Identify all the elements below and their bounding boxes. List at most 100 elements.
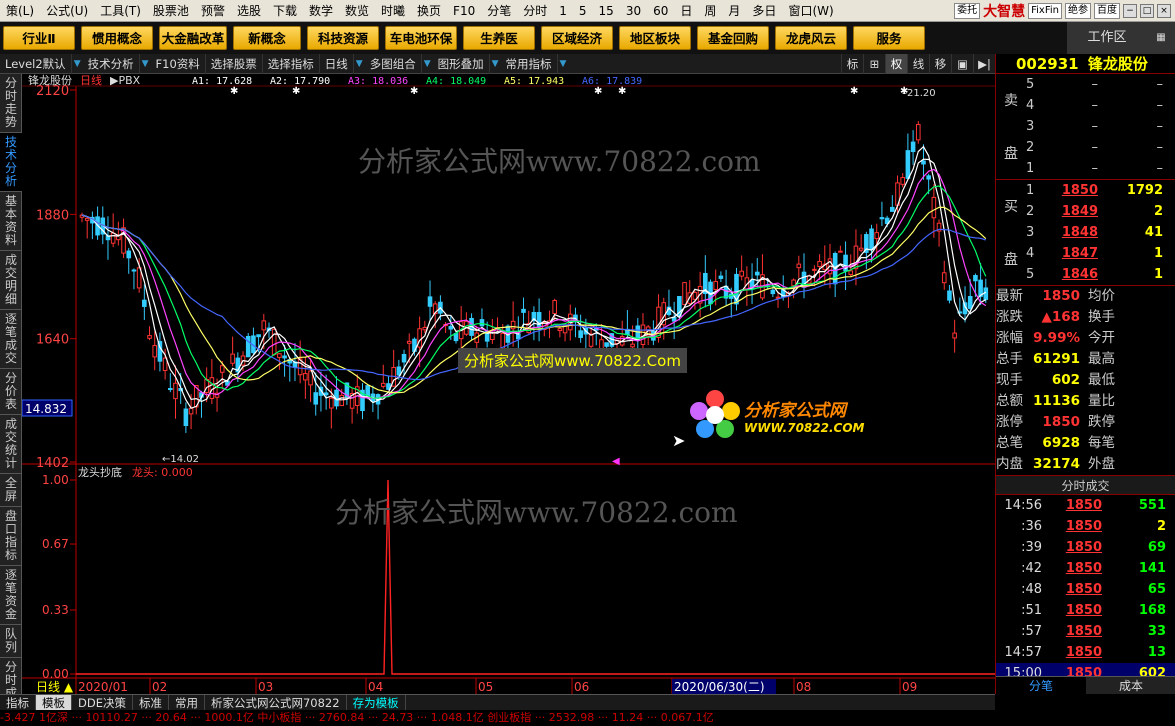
chart-mode-button[interactable]: 线 [907, 53, 929, 74]
menu-item[interactable]: 换页 [411, 2, 447, 19]
view-tab[interactable]: 队列 [0, 625, 22, 658]
chart-tool-1[interactable]: 技术分析 [83, 53, 140, 74]
toolbar-button[interactable]: 区域经济 [541, 26, 613, 50]
menu-item[interactable]: 1 [553, 4, 573, 18]
bottom-tab[interactable]: 常用 [169, 694, 205, 711]
view-tab[interactable]: 技术分析 [0, 133, 22, 192]
toolbar-button[interactable]: 地区板块 [619, 26, 691, 50]
trade-row[interactable]: :36 1850 2 [996, 516, 1175, 537]
trade-row[interactable]: :57 1850 33 [996, 621, 1175, 642]
menu-item[interactable]: 时曦 [375, 2, 411, 19]
trade-row[interactable]: :51 1850 168 [996, 600, 1175, 621]
menu-item[interactable]: 工具(T) [94, 2, 147, 19]
chart-mode-button[interactable]: ▶| [973, 53, 995, 74]
toolbar-button[interactable]: 车电池环保 [385, 26, 457, 50]
dropdown-arrow-icon[interactable]: ▼ [72, 59, 83, 69]
menu-item[interactable]: 60 [647, 4, 674, 18]
workspace-button[interactable]: 工作区 [1067, 22, 1147, 54]
menu-item[interactable]: 分笔 [481, 2, 517, 19]
menu-item[interactable]: 5 [573, 4, 593, 18]
bottom-tab[interactable]: 模板 [36, 694, 72, 711]
candle-body [323, 392, 329, 396]
toolbar-button[interactable]: 生养医 [463, 26, 535, 50]
dropdown-arrow-icon[interactable]: ▼ [490, 59, 501, 69]
kline-chart[interactable]: 锋龙股份 日线 ▶PBX A1: 17.628 A2: 17.790 A3: 18.036… [22, 74, 995, 694]
bottom-tab[interactable]: 指标 [0, 694, 36, 711]
toolbar-button[interactable]: 新概念 [233, 26, 301, 50]
toolbar-button[interactable]: 行业Ⅱ [3, 26, 75, 50]
chart-tool-7[interactable]: 图形叠加 [433, 53, 490, 74]
menu-item[interactable]: F10 [447, 4, 481, 18]
minimize-icon[interactable]: − [1123, 3, 1137, 18]
toolbar-button[interactable]: 惯用概念 [81, 26, 153, 50]
menu-badge[interactable]: 委托 [954, 2, 981, 19]
view-tab[interactable]: 逐笔资金 [0, 566, 22, 625]
chart-mode-button[interactable]: ▣ [951, 53, 973, 74]
chart-tool-0[interactable]: Level2默认 [0, 53, 72, 74]
menu-item[interactable]: 月 [722, 2, 746, 19]
menu-item[interactable]: 选股 [231, 2, 267, 19]
dropdown-arrow-icon[interactable]: ▼ [558, 59, 569, 69]
workspace-tools-icon[interactable]: ▦ [1147, 22, 1175, 54]
view-tab[interactable]: 逐笔成交 [0, 310, 22, 369]
menu-item[interactable]: 策(L) [0, 2, 40, 19]
menu-badge[interactable]: FixFin [1028, 2, 1062, 19]
trade-row[interactable]: 14:56 1850 551 [996, 495, 1175, 516]
trade-row[interactable]: 14:57 1850 13 [996, 642, 1175, 663]
trade-row[interactable]: :39 1850 69 [996, 537, 1175, 558]
sub-chart-title: 龙头抄底 [78, 465, 122, 479]
menu-item[interactable]: 公式(U) [40, 2, 94, 19]
chart-tool-5[interactable]: 日线 [320, 53, 354, 74]
chart-tool-6[interactable]: 多图组合 [365, 53, 422, 74]
view-tab[interactable]: 成交明细 [0, 251, 22, 310]
chart-tool-4[interactable]: 选择指标 [263, 53, 320, 74]
dropdown-arrow-icon[interactable]: ▼ [422, 59, 433, 69]
chart-tool-8[interactable]: 常用指标 [501, 53, 558, 74]
menu-item[interactable]: 周 [698, 2, 722, 19]
menu-item[interactable]: 窗口(W) [782, 2, 839, 19]
chart-mode-button[interactable]: ⊞ [863, 53, 885, 74]
menu-item[interactable]: 股票池 [147, 2, 195, 19]
menu-item[interactable]: 多日 [746, 2, 782, 19]
trade-row[interactable]: :48 1850 65 [996, 579, 1175, 600]
toolbar-button[interactable]: 龙虎风云 [775, 26, 847, 50]
view-tab[interactable]: 分价表 [0, 369, 22, 415]
dropdown-arrow-icon[interactable]: ▼ [140, 59, 151, 69]
quote-tab[interactable]: 成本 [1086, 677, 1175, 694]
menu-item[interactable]: 日 [674, 2, 698, 19]
view-tab[interactable]: 基本资料 [0, 192, 22, 251]
chart-mode-button[interactable]: 标 [841, 53, 863, 74]
bottom-tab[interactable]: 标准 [133, 694, 169, 711]
menu-item[interactable]: 下载 [267, 2, 303, 19]
trade-row[interactable]: :42 1850 141 [996, 558, 1175, 579]
menu-item[interactable]: 15 [593, 4, 620, 18]
view-tab[interactable]: 盘口指标 [0, 507, 22, 566]
toolbar-button[interactable]: 服务 [853, 26, 925, 50]
menu-badge[interactable]: 绝参 [1065, 2, 1091, 19]
chart-tool-2[interactable]: F10资料 [151, 53, 206, 74]
brand-logo[interactable]: 大智慧 [983, 1, 1025, 21]
bottom-tab[interactable]: DDE决策 [72, 694, 133, 711]
close-icon[interactable]: × [1157, 3, 1171, 18]
view-tab[interactable]: 分时走势 [0, 74, 22, 133]
menu-item[interactable]: 数览 [339, 2, 375, 19]
view-tab[interactable]: 全屏 [0, 474, 22, 507]
trades-title[interactable]: 分时成交 [996, 475, 1175, 495]
dropdown-arrow-icon[interactable]: ▼ [354, 59, 365, 69]
menu-item[interactable]: 分时 [517, 2, 553, 19]
toolbar-button[interactable]: 科技资源 [307, 26, 379, 50]
menu-item[interactable]: 预警 [195, 2, 231, 19]
bottom-tab[interactable]: 存为模板 [347, 694, 406, 711]
toolbar-button[interactable]: 基金回购 [697, 26, 769, 50]
menu-item[interactable]: 30 [620, 4, 647, 18]
chart-tool-3[interactable]: 选择股票 [206, 53, 263, 74]
quote-tab[interactable]: 分笔 [996, 677, 1086, 694]
chart-mode-button[interactable]: 移 [929, 53, 951, 74]
maximize-icon[interactable]: □ [1140, 3, 1154, 18]
menu-item[interactable]: 数学 [303, 2, 339, 19]
chart-mode-button[interactable]: 权 [885, 53, 907, 74]
menu-badge[interactable]: 百度 [1094, 2, 1120, 19]
bottom-tab[interactable]: 析家公式网公式网70822 [205, 694, 347, 711]
view-tab[interactable]: 成交统计 [0, 415, 22, 474]
toolbar-button[interactable]: 大金融改革 [159, 26, 227, 50]
